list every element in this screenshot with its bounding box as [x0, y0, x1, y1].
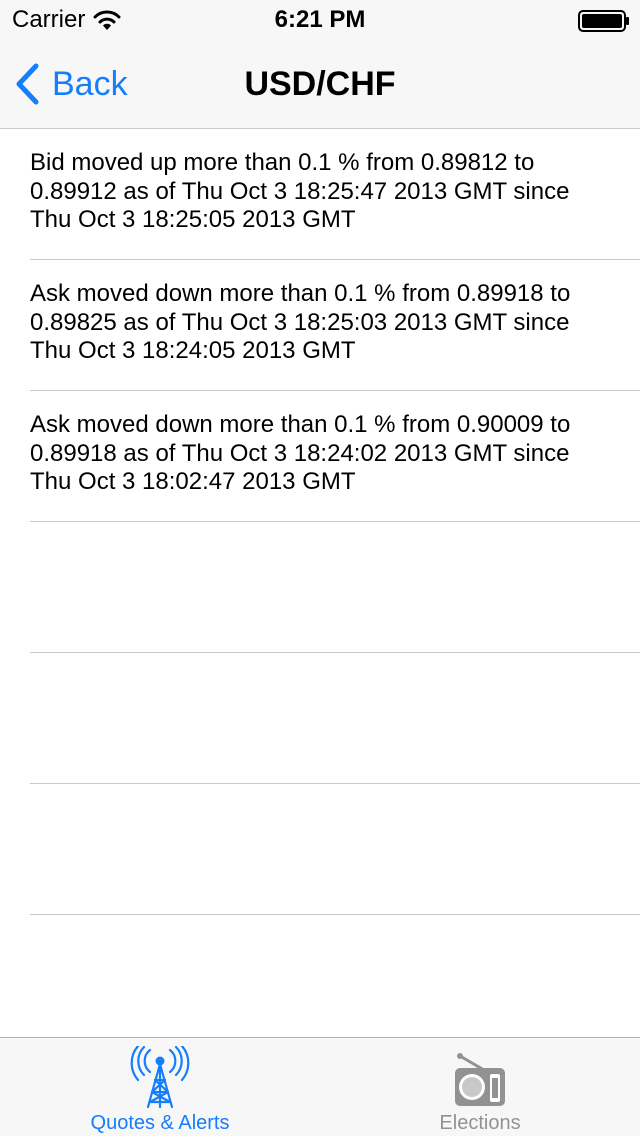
alert-text: Bid moved up more than 0.1 % from 0.8981… [30, 149, 570, 233]
list-item-empty [30, 653, 640, 784]
page-title: USD/CHF [244, 65, 396, 103]
tab-label: Quotes & Alerts [90, 1112, 230, 1134]
status-time: 6:21 PM [274, 6, 366, 33]
screen: Carrier 6:21 PM Back USD/CHF Bid moved u… [0, 0, 640, 1136]
list-item-empty [30, 784, 640, 915]
alert-text: Ask moved down more than 0.1 % from 0.89… [30, 280, 571, 364]
list-item-empty [30, 522, 640, 653]
list-item[interactable]: Bid moved up more than 0.1 % from 0.8981… [30, 129, 640, 260]
tab-quotes-alerts[interactable]: Quotes & Alerts [0, 1038, 320, 1136]
navigation-bar: Back USD/CHF [0, 40, 640, 129]
radio-icon [455, 1053, 505, 1106]
radio-tower-icon [130, 1046, 190, 1108]
status-bar: Carrier 6:21 PM [0, 0, 640, 40]
list-item[interactable]: Ask moved down more than 0.1 % from 0.90… [30, 391, 640, 522]
tab-elections[interactable]: Elections [320, 1038, 640, 1136]
tab-label: Elections [439, 1112, 521, 1134]
battery-full-icon [578, 10, 629, 32]
list-item[interactable]: Ask moved down more than 0.1 % from 0.89… [30, 260, 640, 391]
tab-bar: Quotes & Alerts Elections [0, 1037, 640, 1136]
alert-list: Bid moved up more than 0.1 % from 0.8981… [0, 129, 640, 915]
alert-text: Ask moved down more than 0.1 % from 0.90… [30, 411, 571, 495]
